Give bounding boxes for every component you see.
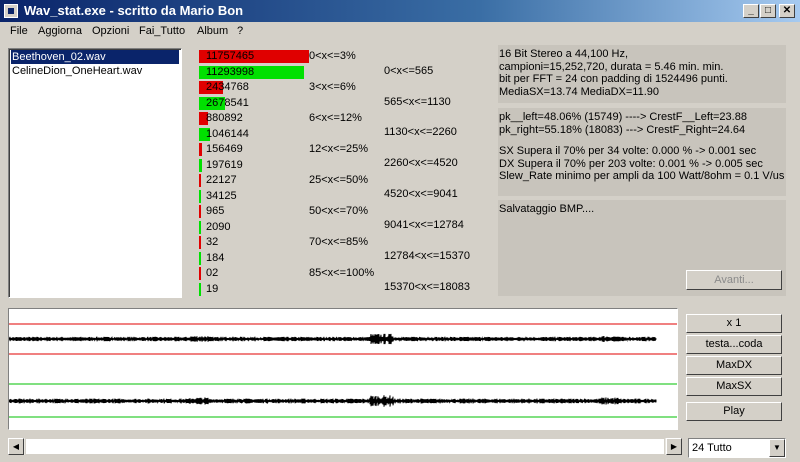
bit-mode-value: 24 Tutto (692, 442, 732, 454)
menu-file[interactable]: File (10, 25, 28, 37)
histogram-count: 19 (206, 282, 219, 295)
right-channel-waveform (8, 395, 657, 407)
info-line: pk_right=55.18% (18083) ---> CrestF_Righ… (499, 123, 746, 136)
app-icon[interactable] (4, 4, 18, 18)
histogram-bar (199, 236, 201, 249)
scroll-thumb[interactable] (25, 438, 665, 455)
window-title: Wav_stat.exe - scritto da Mario Bon (24, 3, 244, 18)
histogram-count: 184 (206, 251, 225, 264)
menu-fai-tutto[interactable]: Fai_Tutto (139, 25, 185, 37)
peak-info-panel: pk__left=48.06% (15749) ----> CrestF__Le… (498, 108, 786, 196)
amplitude-range-label: 6<x<=12% (309, 112, 362, 124)
file-list-item[interactable]: CelineDion_OneHeart.wav (11, 64, 142, 78)
frequency-range-label: 1130<x<=2260 (384, 126, 457, 138)
frequency-range-label: 9041<x<=12784 (384, 219, 464, 231)
bit-mode-select[interactable]: 24 Tutto ▼ (688, 438, 786, 458)
head-tail-button[interactable]: testa...coda (686, 335, 782, 354)
histogram-count: 02 (206, 267, 219, 279)
histogram-bar (199, 220, 201, 234)
histogram-count: 156469 (206, 143, 243, 155)
amplitude-histogram: 11757465 0<x<=3% 11293998 2434768 3<x<=6% 267… (196, 48, 492, 300)
menu-aggiorna[interactable]: Aggiorna (38, 25, 82, 37)
waveform-view[interactable] (8, 308, 678, 430)
amplitude-range-label: 0<x<=3% (309, 50, 356, 62)
amplitude-range-label: 70<x<=85% (309, 236, 369, 248)
histogram-count: 22127 (206, 174, 237, 186)
max-sx-button[interactable]: MaxSX (686, 377, 782, 396)
histogram-bar (199, 143, 202, 156)
amplitude-range-label: 3<x<=6% (309, 81, 356, 93)
amplitude-range-label: 50<x<=70% (309, 205, 369, 217)
menu-album[interactable]: Album (197, 25, 228, 37)
histogram-count: 2678541 (206, 96, 249, 109)
amplitude-range-label: 85<x<=100% (309, 267, 375, 279)
histogram-count: 2434768 (206, 81, 249, 93)
max-dx-button[interactable]: MaxDX (686, 356, 782, 375)
zoom-button[interactable]: x 1 (686, 314, 782, 333)
histogram-count: 11757465 (206, 50, 255, 62)
maximize-button[interactable]: □ (760, 4, 776, 18)
status-text: Salvataggio BMP.... (499, 203, 595, 215)
histogram-bar (199, 267, 201, 280)
info-line: DX Supera il 70% per 203 volte: 0.001 % … (499, 157, 763, 170)
menu-bar: File Aggiorna Opzioni Fai_Tutto Album ? (0, 22, 800, 42)
histogram-bar (199, 282, 201, 296)
amplitude-range-label: 25<x<=50% (309, 174, 369, 186)
histogram-bar (199, 189, 201, 203)
info-line: campioni=15,252,720, durata = 5.46 min. … (499, 60, 724, 73)
histogram-count: 32 (206, 236, 219, 248)
menu-opzioni[interactable]: Opzioni (92, 25, 129, 37)
title-bar[interactable]: Wav_stat.exe - scritto da Mario Bon _ □ … (0, 0, 800, 22)
waveform-canvas (8, 323, 677, 418)
info-line: pk__left=48.06% (15749) ----> CrestF__Le… (499, 111, 747, 123)
close-button[interactable]: ✕ (779, 4, 795, 18)
file-list-item[interactable]: Beethoven_02.wav (11, 50, 179, 64)
amplitude-range-label: 12<x<=25% (309, 143, 369, 155)
file-list[interactable]: Beethoven_02.wav CelineDion_OneHeart.wav (8, 48, 182, 298)
histogram-bar (199, 158, 202, 172)
frequency-range-label: 2260<x<=4520 (384, 157, 458, 169)
histogram-count: 11293998 (206, 65, 255, 78)
histogram-count: 197619 (206, 158, 243, 171)
avanti-button[interactable]: Avanti... (686, 270, 782, 290)
horizontal-scrollbar[interactable]: ◀ ▶ (8, 438, 682, 455)
frequency-range-label: 4520<x<=9041 (384, 188, 458, 200)
info-line: bit per FFT = 24 con padding di 1524496 … (499, 73, 728, 85)
left-channel-waveform (8, 333, 657, 345)
play-button[interactable]: Play (686, 402, 782, 421)
histogram-bar (199, 251, 201, 265)
info-line: MediaSX=13.74 MediaDX=11.90 (499, 85, 660, 98)
dropdown-arrow-icon[interactable]: ▼ (769, 439, 785, 457)
frequency-range-label: 0<x<=565 (384, 65, 434, 77)
histogram-bar (199, 205, 201, 218)
client-area: Beethoven_02.wav CelineDion_OneHeart.wav… (0, 42, 800, 462)
info-line: 16 Bit Stereo a 44,100 Hz, (499, 48, 629, 60)
histogram-count: 2090 (206, 220, 231, 233)
histogram-count: 1046144 (206, 127, 249, 140)
frequency-range-label: 12784<x<=15370 (384, 250, 470, 262)
histogram-count: 965 (206, 205, 225, 217)
scroll-left-icon[interactable]: ◀ (8, 438, 24, 455)
histogram-bar (199, 174, 201, 187)
scroll-right-icon[interactable]: ▶ (666, 438, 682, 455)
histogram-count: 880892 (206, 112, 243, 124)
histogram-count: 34125 (206, 189, 237, 202)
minimize-button[interactable]: _ (743, 4, 759, 18)
info-line: Slew_Rate minimo per ampli da 100 Watt/8… (499, 170, 785, 182)
file-info-panel: 16 Bit Stereo a 44,100 Hz, campioni=15,2… (498, 45, 786, 103)
menu-help[interactable]: ? (237, 25, 243, 37)
frequency-range-label: 565<x<=1130 (384, 96, 451, 108)
info-line: SX Supera il 70% per 34 volte: 0.000 % -… (499, 145, 757, 157)
frequency-range-label: 15370<x<=18083 (384, 281, 470, 293)
